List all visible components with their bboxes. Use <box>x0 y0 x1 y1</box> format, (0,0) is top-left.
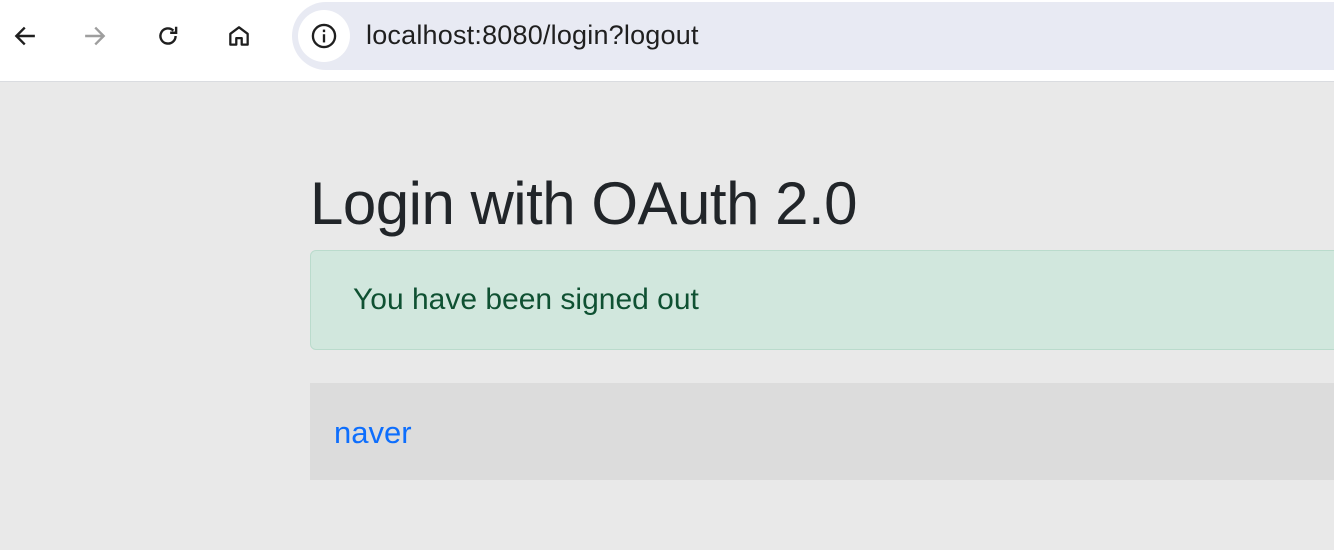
arrow-left-icon <box>14 26 35 46</box>
info-icon <box>311 23 337 49</box>
page-content: Login with OAuth 2.0 You have been signe… <box>0 83 1334 550</box>
home-button[interactable] <box>217 14 261 58</box>
provider-list: naver <box>310 383 1334 480</box>
alert-message: You have been signed out <box>353 283 699 316</box>
reload-button[interactable] <box>146 14 190 58</box>
home-icon <box>229 26 249 46</box>
signout-alert: You have been signed out <box>310 250 1334 350</box>
browser-toolbar: localhost:8080/login?logout <box>0 0 1334 82</box>
back-button[interactable] <box>3 14 47 58</box>
page-title: Login with OAuth 2.0 <box>310 170 858 237</box>
provider-link-naver[interactable]: naver <box>334 415 412 451</box>
url-text[interactable]: localhost:8080/login?logout <box>366 20 699 51</box>
reload-icon <box>159 26 178 45</box>
arrow-right-icon <box>85 26 106 46</box>
address-bar[interactable]: localhost:8080/login?logout <box>292 2 1334 70</box>
site-info-button[interactable] <box>298 10 350 62</box>
forward-button[interactable] <box>73 14 117 58</box>
